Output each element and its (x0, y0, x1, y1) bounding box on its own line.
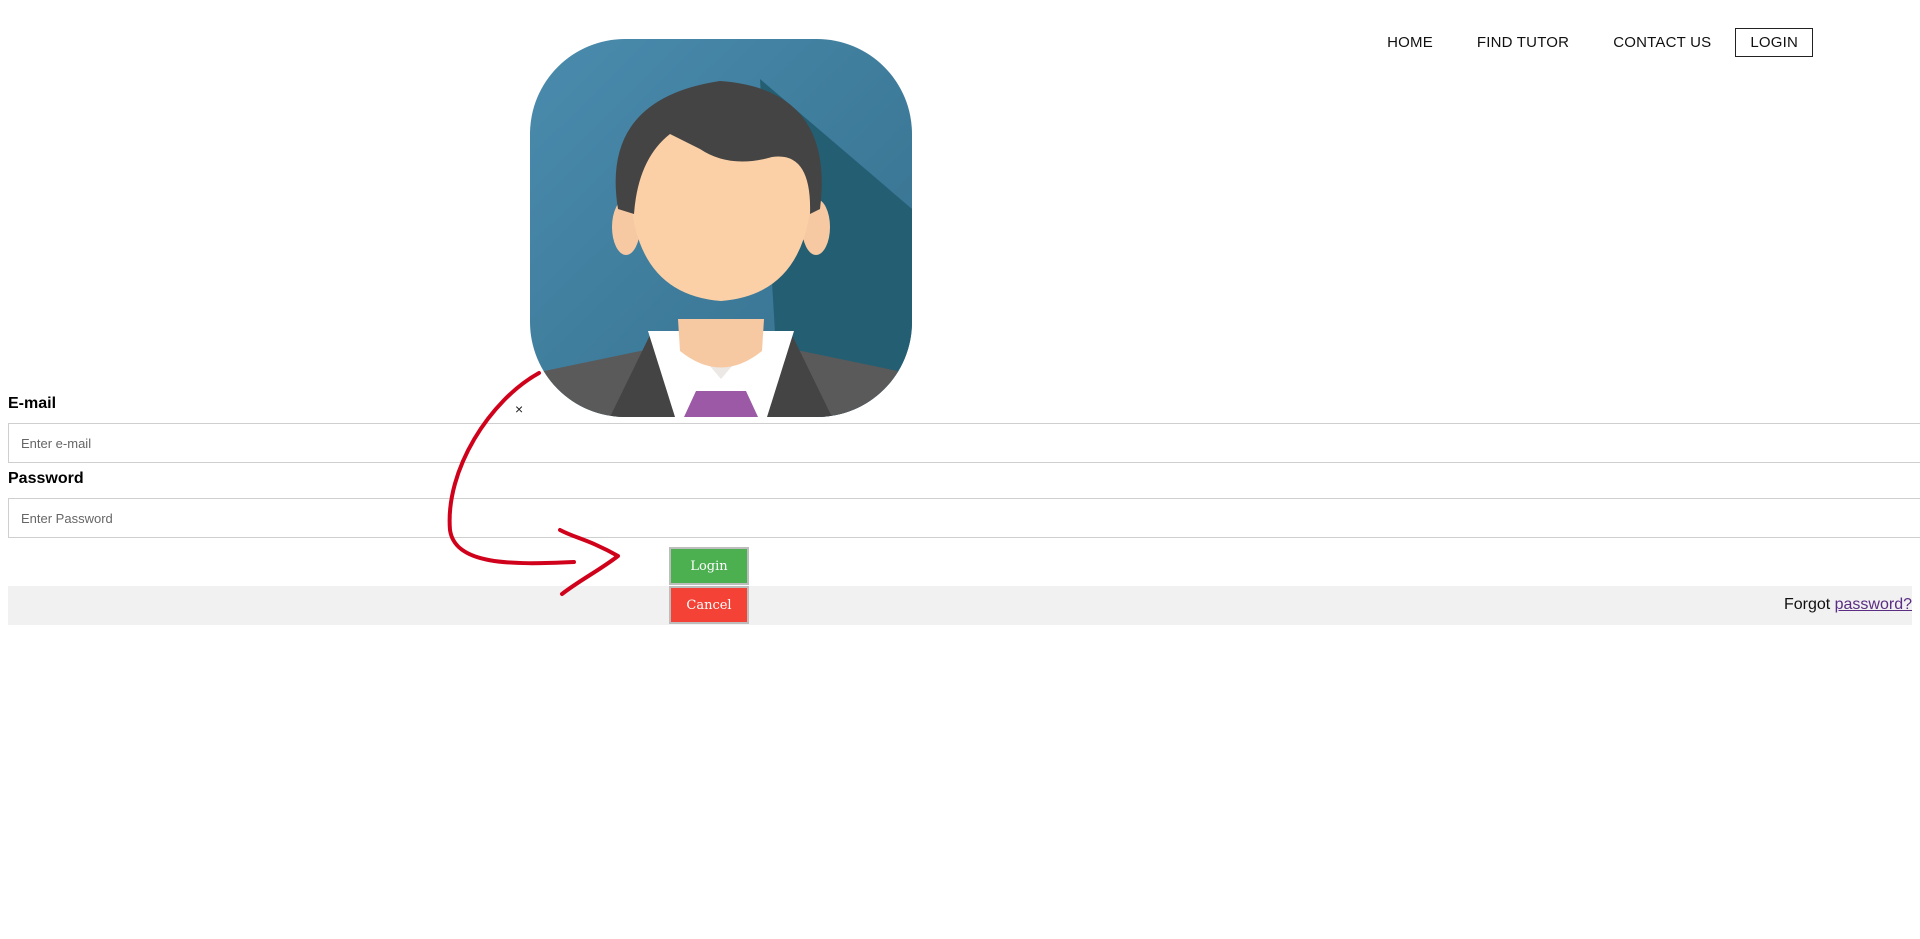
forgot-prefix: Forgot (1783, 596, 1835, 613)
login-button[interactable]: Login (669, 547, 749, 585)
top-navigation: HOME FIND TUTOR CONTACT US LOGIN (1343, 28, 1813, 57)
user-avatar-icon (530, 39, 912, 417)
nav-contact-us[interactable]: CONTACT US (1613, 34, 1711, 51)
cancel-button[interactable]: Cancel (669, 586, 749, 624)
close-icon[interactable]: × (515, 401, 523, 417)
email-field[interactable] (8, 423, 1920, 463)
avatar-image (530, 39, 912, 417)
modal-footer (8, 586, 1912, 625)
forgot-password-text: Forgot password? (1784, 596, 1912, 614)
password-field[interactable] (8, 498, 1920, 538)
nav-home[interactable]: HOME (1387, 34, 1433, 51)
password-label: Password (8, 470, 84, 487)
forgot-password-link[interactable]: password? (1835, 596, 1912, 613)
nav-login[interactable]: LOGIN (1735, 28, 1813, 57)
email-label: E-mail (8, 395, 57, 412)
nav-find-tutor[interactable]: FIND TUTOR (1477, 34, 1569, 51)
